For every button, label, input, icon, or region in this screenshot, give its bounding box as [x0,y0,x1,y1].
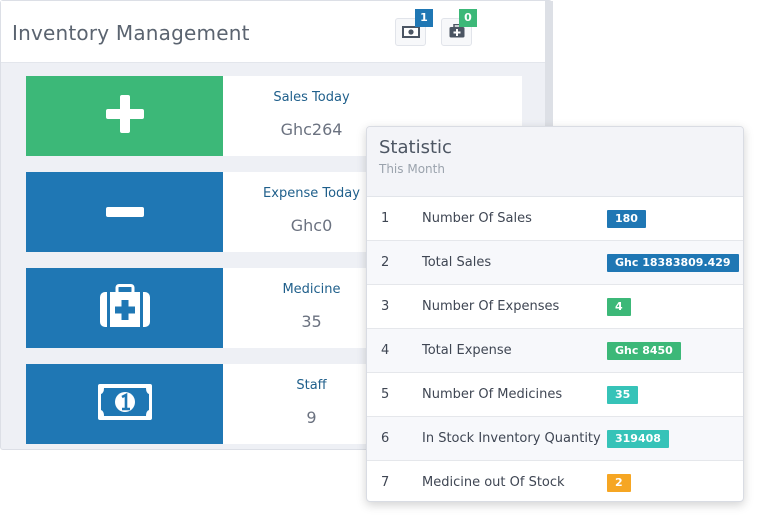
medkit-icon [99,284,151,332]
row-value-badge: 319408 [607,430,669,448]
row-number: 1 [381,211,390,226]
row-value-badge: Ghc 18383809.429 [607,254,739,272]
row-number: 4 [381,343,390,358]
row-name: Medicine out Of Stock [422,475,565,490]
medkit-count-badge: 0 [459,9,477,27]
row-name: Total Expense [422,343,512,358]
minus-icon [105,203,145,222]
row-value-badge: Ghc 8450 [607,342,681,360]
row-name: Number Of Expenses [422,299,560,314]
statistic-row: 4 Total Expense Ghc 8450 [367,329,743,373]
statistic-row: 3 Number Of Expenses 4 [367,285,743,329]
expense-icon-box [26,172,223,252]
row-number: 2 [381,255,390,270]
row-value-badge: 35 [607,386,639,404]
statistic-title: Statistic [379,137,452,158]
row-value-badge: 2 [607,474,631,492]
row-name: Number Of Sales [422,211,532,226]
page-title: Inventory Management [12,21,250,45]
statistic-row: 6 In Stock Inventory Quantity 319408 [367,417,743,461]
cash-count-badge: 1 [415,9,433,27]
sales-today-label: Sales Today [273,90,350,105]
row-number: 5 [381,387,390,402]
row-name: In Stock Inventory Quantity [422,431,601,446]
money-icon [97,383,153,425]
row-number: 7 [381,475,390,490]
statistic-panel: Statistic This Month 1 Number Of Sales 1… [366,126,744,502]
row-number: 6 [381,431,390,446]
plus-icon [105,94,145,138]
dashboard-header: Inventory Management 1 0 [1,1,551,63]
statistic-header: Statistic This Month [367,127,743,197]
statistic-row: 1 Number Of Sales 180 [367,197,743,241]
row-value-badge: 180 [607,210,646,228]
medicine-icon-box [26,268,223,348]
row-name: Number Of Medicines [422,387,563,402]
row-value-badge: 4 [607,298,631,316]
staff-icon-box [26,364,223,444]
row-name: Total Sales [422,255,492,270]
statistic-row: 7 Medicine out Of Stock 2 [367,461,743,501]
statistic-subtitle: This Month [379,162,445,176]
row-number: 3 [381,299,390,314]
statistic-row: 5 Number Of Medicines 35 [367,373,743,417]
statistic-row: 2 Total Sales Ghc 18383809.429 [367,241,743,285]
sales-icon-box [26,76,223,156]
